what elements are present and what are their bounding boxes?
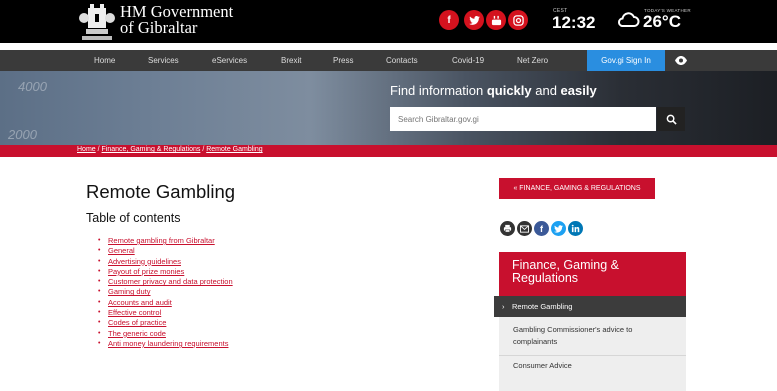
search-icon <box>666 114 677 125</box>
printer-glyph-icon <box>503 224 512 233</box>
list-item: Effective control <box>98 308 233 319</box>
toc-link[interactable]: Codes of practice <box>108 318 166 327</box>
nav-covid19[interactable]: Covid-19 <box>452 50 484 71</box>
cloud-icon <box>618 12 640 27</box>
toc-link[interactable]: Accounts and audit <box>108 298 172 307</box>
facebook-glyph: f <box>447 14 451 26</box>
sidebar-section-title: Finance, Gaming & Regulations <box>499 252 686 296</box>
list-item: Payout of prize monies <box>98 267 233 278</box>
list-item: General <box>98 246 233 257</box>
breadcrumb-home[interactable]: Home <box>77 146 96 153</box>
share-facebook-icon[interactable]: f <box>534 221 549 236</box>
share-twitter-icon[interactable] <box>551 221 566 236</box>
sidebar-item-label: Remote Gambling <box>512 302 573 311</box>
twitter-icon[interactable] <box>464 10 484 30</box>
search-button[interactable] <box>657 107 685 131</box>
nav-brexit[interactable]: Brexit <box>281 50 301 71</box>
toc-link[interactable]: Effective control <box>108 308 161 317</box>
nav-eservices[interactable]: eServices <box>212 50 247 71</box>
sidebar-item-remote-gambling[interactable]: › Remote Gambling <box>494 296 686 317</box>
toc-link[interactable]: Remote gambling from Gibraltar <box>108 236 215 245</box>
hero-title-part: Find information <box>390 83 487 98</box>
facebook-icon[interactable]: f <box>439 10 459 30</box>
list-item: Accounts and audit <box>98 298 233 309</box>
twitter-bird-icon <box>468 15 480 25</box>
clock-time: 12:32 <box>552 13 596 32</box>
list-item: Customer privacy and data protection <box>98 277 233 288</box>
nav-home[interactable]: Home <box>94 50 115 71</box>
breadcrumb-finance[interactable]: Finance, Gaming & Regulations <box>102 146 201 153</box>
nav-net-zero[interactable]: Net Zero <box>517 50 548 71</box>
hero-search-banner: 4000 2000 Find information quickly and e… <box>0 71 777 145</box>
main-nav: Home Services eServices Brexit Press Con… <box>0 50 777 71</box>
linkedin-glyph-icon <box>571 224 580 233</box>
toc-link[interactable]: Anti money laundering requirements <box>108 339 228 348</box>
toc-link[interactable]: Advertising guidelines <box>108 257 181 266</box>
hero-title-part: and <box>531 83 561 98</box>
toc-link[interactable]: Customer privacy and data protection <box>108 277 233 286</box>
facebook-glyph: f <box>540 223 543 234</box>
youtube-logo-icon <box>491 15 501 25</box>
sidebar-item-consumer-advice[interactable]: Consumer Advice <box>513 360 572 372</box>
search-input[interactable] <box>390 107 656 131</box>
hero-bg-number: 4000 <box>18 79 47 94</box>
toc-link[interactable]: Gaming duty <box>108 287 151 296</box>
signin-button[interactable]: Gov.gi Sign In <box>587 50 665 71</box>
nav-press[interactable]: Press <box>333 50 353 71</box>
breadcrumb-current[interactable]: Remote Gambling <box>206 146 262 153</box>
breadcrumb-bar: Home / Finance, Gaming & Regulations / R… <box>0 145 777 157</box>
toc-link[interactable]: Payout of prize monies <box>108 267 184 276</box>
back-to-finance-button[interactable]: « FINANCE, GAMING & REGULATIONS <box>499 178 655 199</box>
list-item: Remote gambling from Gibraltar <box>98 236 233 247</box>
toc-heading: Table of contents <box>86 211 181 225</box>
hero-title-easily: easily <box>560 83 597 98</box>
hero-title-quickly: quickly <box>486 83 532 98</box>
instagram-icon[interactable] <box>508 10 528 30</box>
eye-icon[interactable] <box>675 55 687 66</box>
list-item: Advertising guidelines <box>98 257 233 268</box>
print-icon[interactable] <box>500 221 515 236</box>
instagram-camera-icon <box>512 14 524 26</box>
sidebar-item-commissioner-advice[interactable]: Gambling Commissioner's advice to compla… <box>513 324 673 348</box>
gibraltar-crest-icon[interactable] <box>78 2 116 42</box>
toc-link[interactable]: The generic code <box>108 329 166 338</box>
page-title: Remote Gambling <box>86 181 236 202</box>
brand-line-2: of Gibraltar <box>120 18 198 37</box>
top-header: HM Government of Gibraltar f CEST 12:32 … <box>0 0 777 43</box>
twitter-bird-icon <box>554 224 563 233</box>
envelope-glyph-icon <box>520 224 529 233</box>
share-linkedin-icon[interactable] <box>568 221 583 236</box>
nav-services[interactable]: Services <box>148 50 179 71</box>
chevron-right-icon: › <box>502 302 505 311</box>
email-icon[interactable] <box>517 221 532 236</box>
brand-title[interactable]: HM Government of Gibraltar <box>120 3 233 37</box>
list-item: Codes of practice <box>98 318 233 329</box>
youtube-icon[interactable] <box>486 10 506 30</box>
list-item: Gaming duty <box>98 287 233 298</box>
hero-bg-number: 2000 <box>8 127 37 142</box>
toc-link[interactable]: General <box>108 246 135 255</box>
divider <box>499 355 686 356</box>
breadcrumb: Home / Finance, Gaming & Regulations / R… <box>77 146 263 153</box>
hero-title: Find information quickly and easily <box>390 83 597 98</box>
list-item: Anti money laundering requirements <box>98 339 233 350</box>
list-item: The generic code <box>98 329 233 340</box>
nav-contacts[interactable]: Contacts <box>386 50 418 71</box>
table-of-contents: Remote gambling from Gibraltar General A… <box>98 236 233 350</box>
weather-temperature: 26°C <box>643 12 681 31</box>
